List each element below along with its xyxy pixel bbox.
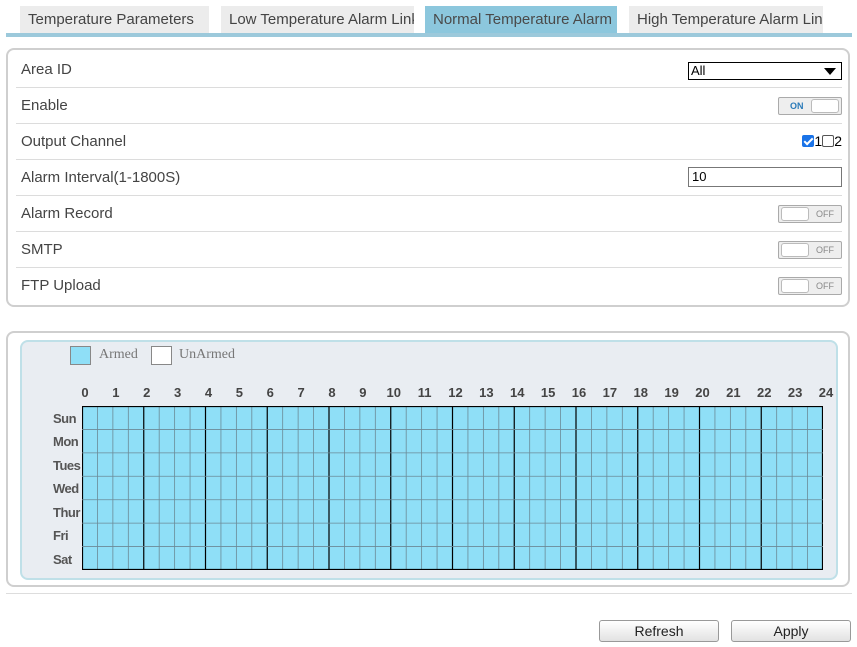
refresh-button[interactable]: Refresh xyxy=(599,620,719,642)
alarm-record-toggle[interactable]: OFF xyxy=(778,205,842,223)
alarm-interval-row: Alarm Interval(1-1800S) 10 xyxy=(16,160,842,196)
enable-toggle[interactable]: ON xyxy=(778,97,842,115)
day-label: Thur xyxy=(53,504,80,520)
toggle-knob xyxy=(781,207,809,221)
hour-label: 12 xyxy=(448,385,463,400)
alarm-interval-input[interactable]: 10 xyxy=(688,167,842,187)
toggle-knob xyxy=(781,279,809,293)
divider xyxy=(6,593,852,594)
toggle-knob xyxy=(781,243,809,257)
tab-low-temperature-alarm-linkage[interactable]: Low Temperature Alarm Linkage xyxy=(221,6,414,33)
hour-label: 20 xyxy=(695,385,710,400)
channel-1-checkbox[interactable] xyxy=(802,135,815,147)
enable-label: Enable xyxy=(21,97,68,114)
alarm-record-row: Alarm Record OFF xyxy=(16,196,842,232)
unarmed-legend-swatch[interactable] xyxy=(151,346,172,365)
tab-temperature-parameters[interactable]: Temperature Parameters xyxy=(20,6,209,33)
hour-label: 1 xyxy=(112,385,120,400)
tab-underline xyxy=(6,33,852,37)
hour-label: 6 xyxy=(266,385,274,400)
hour-label: 16 xyxy=(571,385,587,400)
hour-label: 24 xyxy=(818,385,834,400)
unarmed-legend-label: UnArmed xyxy=(179,347,235,362)
hour-label: 13 xyxy=(479,385,494,400)
hour-label: 10 xyxy=(386,385,401,400)
hour-label: 5 xyxy=(235,385,243,400)
alarm-record-label: Alarm Record xyxy=(21,205,113,222)
ftp-upload-toggle[interactable]: OFF xyxy=(778,277,842,295)
output-channel-label: Output Channel xyxy=(21,133,127,150)
area-id-label: Area ID xyxy=(21,61,72,78)
hour-label: 8 xyxy=(328,385,336,400)
hour-label: 0 xyxy=(81,385,89,400)
day-label: Tues xyxy=(53,457,81,473)
dropdown-arrow-icon xyxy=(824,68,836,75)
settings-panel: Area ID All Enable ON Output Channel 12 … xyxy=(6,48,850,307)
enable-toggle-text: ON xyxy=(790,101,804,111)
hour-label: 21 xyxy=(726,385,741,400)
day-label: Sat xyxy=(53,551,72,567)
ftp-upload-toggle-text: OFF xyxy=(816,281,834,291)
area-id-row: Area ID All xyxy=(16,52,842,88)
hour-label: 2 xyxy=(143,385,151,400)
enable-row: Enable ON xyxy=(16,88,842,124)
day-label: Fri xyxy=(53,528,69,544)
hour-label: 15 xyxy=(540,385,556,400)
smtp-label: SMTP xyxy=(21,241,63,258)
smtp-toggle-text: OFF xyxy=(816,245,834,255)
hour-label: 18 xyxy=(633,385,648,400)
hour-label: 22 xyxy=(757,385,772,400)
hour-label: 7 xyxy=(297,385,305,400)
alarm-record-toggle-text: OFF xyxy=(816,209,834,219)
smtp-toggle[interactable]: OFF xyxy=(778,241,842,259)
hour-label: 11 xyxy=(417,385,432,400)
hour-label: 23 xyxy=(787,385,803,400)
hour-label: 17 xyxy=(602,385,618,400)
channel-2-checkbox[interactable] xyxy=(822,135,835,147)
tab-normal-temperature-alarm-linkage[interactable]: Normal Temperature Alarm Linkage xyxy=(425,6,617,33)
tab-high-temperature-alarm-linkage[interactable]: High Temperature Alarm Linkage xyxy=(629,6,823,33)
output-channel-row: Output Channel 12 xyxy=(16,124,842,160)
smtp-row: SMTP OFF xyxy=(16,232,842,268)
schedule-grid[interactable] xyxy=(82,406,823,570)
apply-button[interactable]: Apply xyxy=(731,620,851,642)
hour-label: 9 xyxy=(359,385,367,400)
channel-2-label: 2 xyxy=(834,133,842,149)
hour-label: 3 xyxy=(174,385,182,400)
day-label: Wed xyxy=(53,481,79,497)
day-label: Mon xyxy=(53,434,79,450)
armed-legend-label: Armed xyxy=(99,347,138,362)
day-label: Sun xyxy=(53,411,77,426)
ftp-upload-label: FTP Upload xyxy=(21,277,101,294)
hour-label: 19 xyxy=(664,385,679,400)
ftp-upload-row: FTP Upload OFF xyxy=(16,268,842,304)
channel-1-label: 1 xyxy=(814,133,823,149)
toggle-knob xyxy=(811,99,839,113)
output-channel-checkboxes: 12 xyxy=(802,133,842,149)
area-id-value: All xyxy=(691,63,706,78)
armed-legend-swatch[interactable] xyxy=(70,346,91,365)
alarm-interval-label: Alarm Interval(1-1800S) xyxy=(21,169,181,186)
hour-label: 4 xyxy=(204,385,213,400)
area-id-select[interactable]: All xyxy=(688,62,842,80)
hour-label: 14 xyxy=(510,385,525,400)
